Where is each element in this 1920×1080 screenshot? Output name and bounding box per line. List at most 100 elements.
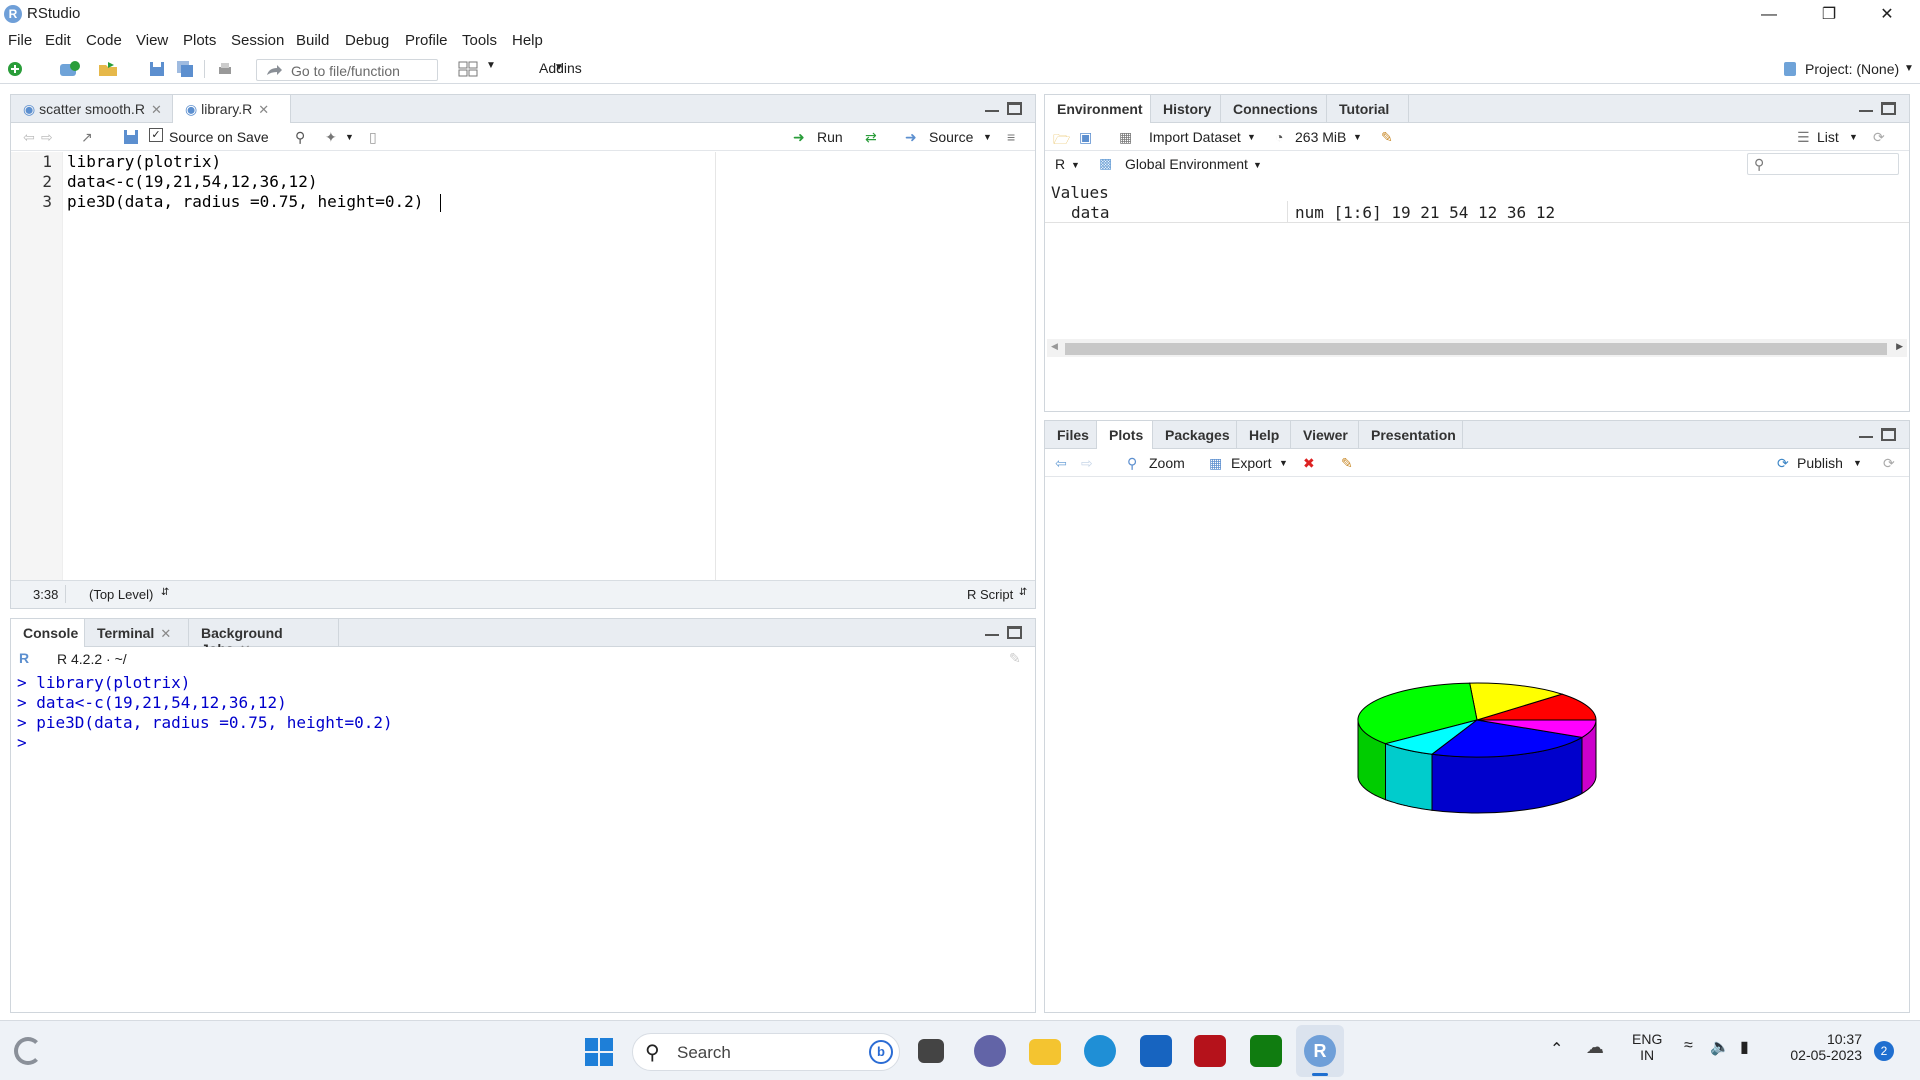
chevron-down-icon[interactable]: ▼ bbox=[1904, 63, 1914, 74]
broom-icon[interactable]: ✎ bbox=[1381, 129, 1393, 146]
chevron-down-icon[interactable]: ▼ bbox=[486, 60, 496, 71]
code-editor[interactable]: 1 2 3 library(plotrix) data<-c(19,21,54,… bbox=[11, 152, 1035, 580]
source-button[interactable]: Source bbox=[929, 129, 973, 145]
back-arrow-icon[interactable]: ⇦ bbox=[23, 129, 35, 146]
memory-usage-label[interactable]: 263 MiB bbox=[1295, 129, 1346, 145]
source-on-save-checkbox[interactable]: ✓ bbox=[149, 128, 163, 142]
maximize-pane-button[interactable] bbox=[1007, 102, 1022, 115]
open-file-icon[interactable] bbox=[98, 60, 120, 78]
chevron-down-icon[interactable]: ▼ bbox=[345, 132, 354, 142]
project-menu[interactable]: Project: (None) bbox=[1805, 61, 1899, 77]
teams-chat-icon[interactable] bbox=[974, 1035, 1006, 1067]
restore-button[interactable]: ❐ bbox=[1806, 2, 1852, 28]
menu-tools[interactable]: Tools bbox=[462, 32, 497, 49]
refresh-icon[interactable]: ⟳ bbox=[1883, 455, 1895, 472]
magic-wand-icon[interactable]: ✦ bbox=[325, 129, 337, 146]
maximize-pane-button[interactable] bbox=[1007, 626, 1022, 639]
microsoft-store-icon[interactable] bbox=[1140, 1035, 1172, 1067]
show-in-window-icon[interactable]: ↗ bbox=[81, 129, 93, 146]
previous-plot-icon[interactable]: ⇦ bbox=[1055, 455, 1067, 472]
taskbar-search[interactable]: ⚲ Search b bbox=[632, 1033, 900, 1071]
new-file-icon[interactable] bbox=[6, 60, 24, 78]
scrollbar-thumb[interactable] bbox=[1065, 343, 1887, 355]
close-icon[interactable]: ✕ bbox=[258, 102, 269, 117]
view-mode-selector[interactable]: List bbox=[1817, 129, 1839, 145]
save-all-icon[interactable] bbox=[176, 60, 194, 78]
menu-file[interactable]: File bbox=[8, 32, 32, 49]
menu-code[interactable]: Code bbox=[86, 32, 122, 49]
close-icon[interactable]: ✕ bbox=[151, 102, 162, 117]
close-icon[interactable]: ✕ bbox=[160, 626, 171, 641]
outline-icon[interactable]: ≡ bbox=[1007, 129, 1015, 145]
goto-file-input[interactable]: Go to file/function bbox=[256, 59, 438, 81]
publish-button[interactable]: Publish bbox=[1797, 455, 1843, 471]
chevron-down-icon[interactable]: ▼ bbox=[1853, 458, 1862, 468]
grid-layout-icon[interactable] bbox=[458, 60, 478, 78]
zoom-button[interactable]: Zoom bbox=[1149, 455, 1185, 471]
minimize-button[interactable]: — bbox=[1746, 2, 1792, 28]
updown-icon[interactable]: ⇵ bbox=[1019, 587, 1027, 598]
new-project-icon[interactable] bbox=[58, 60, 80, 78]
app-icon[interactable] bbox=[1194, 1035, 1226, 1067]
onedrive-cloud-icon[interactable]: ☁ bbox=[1586, 1037, 1604, 1058]
search-icon[interactable]: ⚲ bbox=[295, 129, 305, 146]
menu-edit[interactable]: Edit bbox=[45, 32, 71, 49]
show-hidden-icons-chevron[interactable]: ⌃ bbox=[1550, 1039, 1563, 1059]
tab-help[interactable]: Help bbox=[1237, 421, 1291, 449]
next-plot-icon[interactable]: ⇨ bbox=[1081, 455, 1093, 472]
minimize-pane-button[interactable] bbox=[1859, 102, 1873, 112]
tab-tutorial[interactable]: Tutorial bbox=[1327, 95, 1409, 123]
xbox-icon[interactable] bbox=[1250, 1035, 1282, 1067]
tab-library[interactable]: ◉ library.R ✕ bbox=[173, 95, 291, 124]
tab-connections[interactable]: Connections bbox=[1221, 95, 1327, 123]
bing-icon[interactable]: b bbox=[869, 1040, 893, 1064]
env-variable-row[interactable]: data num [1:6] 19 21 54 12 36 12 bbox=[1045, 201, 1909, 223]
chevron-down-icon[interactable]: ▼ bbox=[1279, 458, 1288, 468]
chevron-down-icon[interactable]: ▼ bbox=[1849, 132, 1858, 142]
chevron-down-icon[interactable]: ▼ bbox=[1071, 160, 1080, 170]
env-search-input[interactable]: ⚲ bbox=[1747, 153, 1899, 175]
import-dataset-button[interactable]: Import Dataset bbox=[1149, 129, 1241, 145]
horizontal-scrollbar[interactable]: ◀ ▶ bbox=[1047, 339, 1907, 357]
minimize-pane-button[interactable] bbox=[1859, 428, 1873, 438]
export-button[interactable]: Export bbox=[1231, 455, 1271, 471]
chevron-down-icon[interactable]: ▼ bbox=[554, 62, 564, 73]
widgets-icon[interactable] bbox=[14, 1037, 42, 1065]
tab-scatter-smooth[interactable]: ◉ scatter smooth.R ✕ bbox=[11, 95, 173, 123]
forward-arrow-icon[interactable]: ⇨ bbox=[41, 129, 53, 146]
maximize-pane-button[interactable] bbox=[1881, 428, 1896, 441]
save-icon[interactable] bbox=[123, 129, 139, 145]
tab-presentation[interactable]: Presentation bbox=[1359, 421, 1463, 449]
load-workspace-icon[interactable]: 🗁 bbox=[1053, 129, 1070, 153]
scope-selector[interactable]: (Top Level) bbox=[89, 587, 153, 602]
scroll-left-icon[interactable]: ◀ bbox=[1051, 341, 1058, 352]
chevron-down-icon[interactable]: ▼ bbox=[983, 132, 992, 142]
minimize-pane-button[interactable] bbox=[985, 626, 999, 636]
maximize-pane-button[interactable] bbox=[1881, 102, 1896, 115]
tab-background-jobs[interactable]: Background Jobs✕ bbox=[189, 619, 339, 657]
tab-viewer[interactable]: Viewer bbox=[1291, 421, 1359, 449]
edge-browser-icon[interactable] bbox=[1084, 1035, 1116, 1067]
tab-console[interactable]: Console bbox=[11, 619, 85, 648]
file-type-selector[interactable]: R Script bbox=[967, 587, 1013, 602]
updown-icon[interactable]: ⇵ bbox=[161, 587, 169, 598]
chevron-down-icon[interactable]: ▼ bbox=[1353, 132, 1362, 142]
console-prompt[interactable]: > bbox=[17, 733, 27, 752]
save-icon[interactable] bbox=[148, 60, 166, 78]
run-button[interactable]: Run bbox=[817, 129, 843, 145]
menu-help[interactable]: Help bbox=[512, 32, 543, 49]
wifi-icon[interactable]: ≈ bbox=[1684, 1037, 1693, 1055]
menu-view[interactable]: View bbox=[136, 32, 168, 49]
rerun-icon[interactable]: ⇄ bbox=[865, 129, 877, 146]
broom-clear-icon[interactable]: ✎ bbox=[1009, 650, 1021, 667]
refresh-icon[interactable]: ⟳ bbox=[1873, 129, 1885, 146]
chevron-down-icon[interactable]: ▼ bbox=[1253, 160, 1262, 170]
language-selector[interactable]: R bbox=[1055, 156, 1065, 172]
print-icon[interactable] bbox=[216, 60, 234, 78]
file-explorer-icon[interactable] bbox=[1029, 1039, 1061, 1065]
volume-icon[interactable]: 🔈 bbox=[1710, 1037, 1730, 1057]
tab-plots[interactable]: Plots bbox=[1097, 421, 1153, 450]
battery-icon[interactable]: ▮ bbox=[1740, 1037, 1749, 1057]
tab-packages[interactable]: Packages bbox=[1153, 421, 1237, 449]
windows-start-icon[interactable] bbox=[584, 1037, 614, 1067]
